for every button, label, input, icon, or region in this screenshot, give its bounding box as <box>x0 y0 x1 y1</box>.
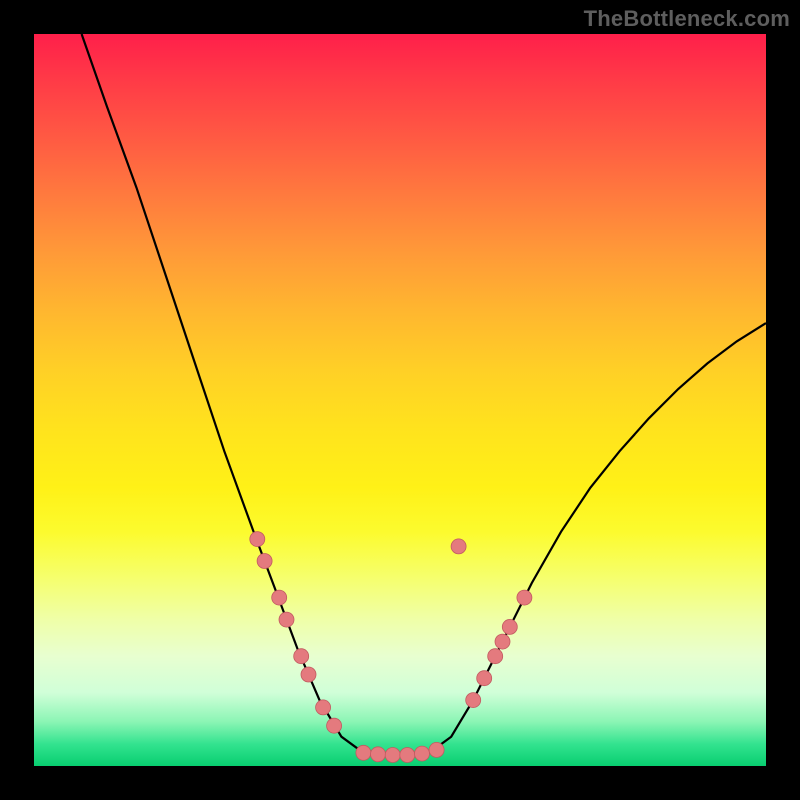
curve-dot <box>400 748 415 763</box>
curve-dot <box>488 649 503 664</box>
curve-dot <box>429 742 444 757</box>
curve-dot <box>279 612 294 627</box>
curve-dot <box>385 748 400 763</box>
curve-dots <box>250 532 532 763</box>
bottleneck-curve <box>82 34 766 755</box>
curve-dot <box>327 718 342 733</box>
curve-dot <box>301 667 316 682</box>
curve-dot <box>356 745 371 760</box>
curve-dot <box>517 590 532 605</box>
curve-dot <box>257 554 272 569</box>
curve-dot <box>502 619 517 634</box>
curve-dot <box>466 693 481 708</box>
curve-dot <box>495 634 510 649</box>
curve-dot <box>451 539 466 554</box>
curve-dot <box>477 671 492 686</box>
curve-dot <box>415 746 430 761</box>
curve-dot <box>294 649 309 664</box>
chart-plot-area <box>34 34 766 766</box>
curve-dot <box>371 747 386 762</box>
curve-dot <box>272 590 287 605</box>
curve-dot <box>316 700 331 715</box>
watermark-text: TheBottleneck.com <box>584 6 790 32</box>
curve-layer <box>34 34 766 766</box>
curve-dot <box>250 532 265 547</box>
